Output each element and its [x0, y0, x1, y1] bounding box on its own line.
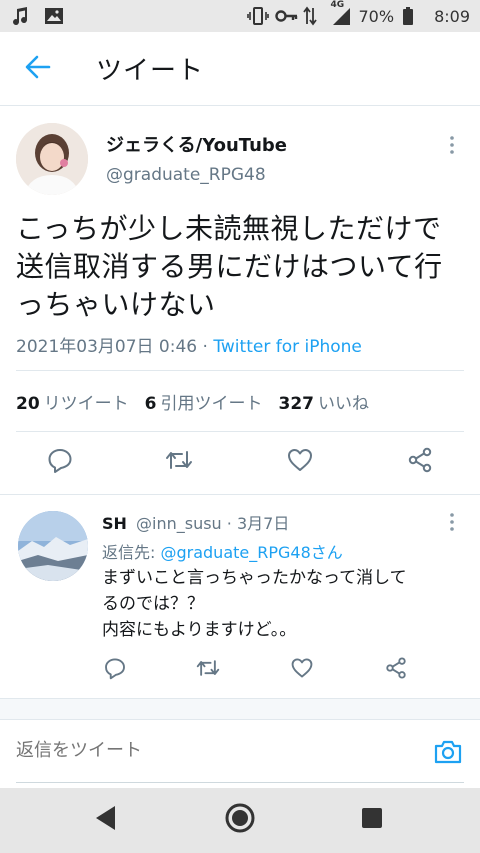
retweet-button[interactable] [164, 447, 194, 477]
reply-reply-button[interactable] [100, 655, 130, 685]
heart-icon [286, 446, 314, 478]
music-note-icon [10, 6, 30, 26]
signal-icon: 4G [331, 0, 351, 26]
author-avatar[interactable] [16, 123, 88, 195]
likes-stat[interactable]: 327 いいね [279, 389, 370, 414]
more-vertical-icon [442, 136, 462, 159]
reply-icon [103, 656, 127, 684]
input-underline [16, 782, 464, 783]
retweets-count: 20 [16, 394, 40, 414]
image-icon [44, 6, 64, 26]
quotes-count: 6 [144, 394, 157, 414]
reply-text-line: るのでは？？ [102, 594, 204, 614]
reply-input[interactable] [16, 740, 416, 761]
reply-retweet-button[interactable] [193, 655, 223, 685]
reply-text-line: 内容にもよりますけど。。 [102, 620, 297, 640]
reply-composer [0, 722, 480, 788]
reply-date: · 3月7日 [226, 514, 290, 533]
reply-icon [46, 446, 74, 478]
tweet-timestamp: 2021年03月07日 0:46 [16, 337, 198, 357]
reply-action-bar [0, 655, 480, 687]
nav-home-button[interactable] [222, 802, 258, 838]
reply-text: まずいこと言っちゃったかなって消して るのでは？？ 内容にもよりますけど。。 [102, 565, 462, 643]
heart-icon [290, 656, 314, 684]
reply-author-name[interactable]: SH [102, 514, 127, 533]
circle-home-icon [224, 802, 256, 838]
tweet-text: こっちが少し未読無視しただけで 送信取消する男にだけはついて行 っちゃいけない [16, 210, 466, 324]
camera-icon [432, 740, 464, 772]
tweet-stats: 20 リツイート 6 引用ツイート 327 いいね [16, 389, 369, 414]
battery-percent: 70% [358, 6, 395, 26]
tweet-more-button[interactable] [442, 135, 462, 155]
likes-count: 327 [278, 394, 315, 414]
reply-to-label: 返信先: [102, 543, 161, 562]
author-name[interactable]: ジェラくる/YouTube [106, 131, 287, 157]
nav-recents-button[interactable] [354, 802, 390, 838]
likes-label: いいね [318, 394, 370, 414]
tweet-text-line: 送信取消する男にだけはついて行 [16, 250, 443, 283]
back-button[interactable] [8, 39, 68, 99]
main-tweet: ジェラくる/YouTube @graduate_RPG48 こっちが少し未読無視… [0, 107, 480, 495]
share-icon [406, 446, 434, 478]
reply-more-button[interactable] [442, 512, 462, 532]
tweet-client-link[interactable]: Twitter for iPhone [213, 337, 362, 357]
app-bar: ツイート [0, 32, 480, 106]
tweet-action-bar [0, 447, 480, 491]
quotes-stat[interactable]: 6 引用ツイート [145, 389, 263, 414]
divider [16, 370, 464, 371]
retweet-icon [195, 656, 221, 684]
reply-to-handle-link[interactable]: @graduate_RPG48さん [160, 543, 342, 562]
author-handle[interactable]: @graduate_RPG48 [106, 165, 266, 185]
divider [16, 431, 464, 432]
reply-to-line: 返信先: @graduate_RPG48さん [102, 539, 343, 563]
reply-like-button[interactable] [287, 655, 317, 685]
clock-time: 8:09 [434, 6, 470, 26]
triangle-back-icon [93, 804, 119, 836]
reply-author-avatar[interactable] [18, 511, 88, 581]
tweet-meta: 2021年03月07日 0:46 · Twitter for iPhone [16, 332, 362, 357]
retweet-icon [164, 446, 194, 478]
reply-button[interactable] [45, 447, 75, 477]
share-icon [384, 656, 408, 684]
vibrate-icon [246, 6, 269, 26]
section-spacer [0, 698, 480, 720]
page-title: ツイート [96, 56, 205, 86]
share-button[interactable] [405, 447, 435, 477]
key-icon [274, 6, 297, 26]
status-bar: 4G 70% 8:09 [0, 0, 480, 32]
reply-author-handle[interactable]: @inn_susu [136, 514, 222, 533]
meta-separator: · [197, 337, 214, 357]
retweets-stat[interactable]: 20 リツイート [16, 389, 129, 414]
reply-share-button[interactable] [381, 655, 411, 685]
more-vertical-icon [442, 513, 462, 536]
tweet-text-line: こっちが少し未読無視しただけで [16, 212, 442, 245]
retweets-label: リツイート [43, 394, 129, 414]
like-button[interactable] [285, 447, 315, 477]
reply-header: SH @inn_susu · 3月7日 [102, 510, 289, 534]
back-arrow-icon [25, 54, 51, 84]
nav-back-button[interactable] [88, 802, 124, 838]
tweet-text-line: っちゃいけない [16, 288, 216, 321]
network-type-label: 4G [330, 0, 345, 10]
data-arrows-icon [302, 6, 323, 26]
reply-text-line: まずいこと言っちゃったかなって消して [102, 568, 407, 588]
system-nav-bar [0, 788, 480, 853]
quotes-label: 引用ツイート [160, 394, 263, 414]
camera-button[interactable] [432, 736, 464, 768]
battery-icon [402, 6, 422, 26]
reply-tweet[interactable]: SH @inn_susu · 3月7日 返信先: @graduate_RPG48… [0, 495, 480, 695]
tweet-author-row[interactable]: ジェラくる/YouTube @graduate_RPG48 [0, 107, 480, 197]
square-recents-icon [360, 806, 384, 834]
